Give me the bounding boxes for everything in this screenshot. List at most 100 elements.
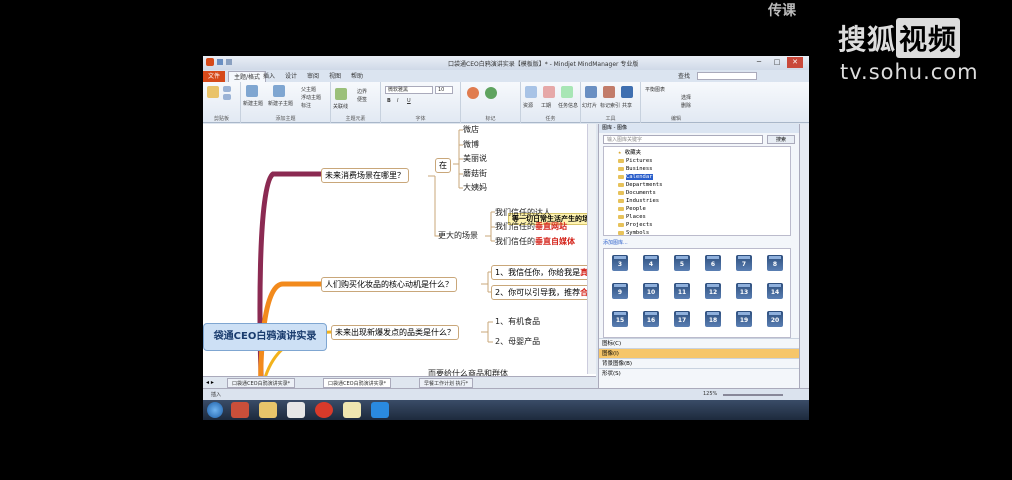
calendar-image-12[interactable]: 12: [705, 283, 721, 299]
canvas-vertical-scrollbar[interactable]: [587, 124, 596, 374]
progress-icon[interactable]: [485, 87, 497, 99]
notes-button[interactable]: 便签: [357, 96, 367, 103]
zoom-slider[interactable]: [723, 394, 783, 396]
category-images[interactable]: 图像(I): [599, 348, 800, 358]
relation-icon[interactable]: [335, 88, 347, 100]
mindmap-canvas[interactable]: 未来消费场景在哪里？ 在 微店 微博 美丽说 蘑菇街 大姨妈 等一切日常生活产生…: [203, 124, 596, 376]
library-search-input[interactable]: 输入图库关键字: [603, 135, 763, 144]
calendar-image-11[interactable]: 11: [674, 283, 690, 299]
calendar-image-8[interactable]: 8: [767, 255, 783, 271]
calendar-image-3[interactable]: 3: [612, 255, 628, 271]
notes-icon[interactable]: [343, 402, 361, 418]
copy-icon[interactable]: [223, 94, 231, 100]
bold-button[interactable]: B: [387, 98, 391, 104]
float-topic-button[interactable]: 浮动主题: [301, 94, 321, 101]
paste-icon[interactable]: [207, 86, 219, 98]
cut-icon[interactable]: [223, 86, 231, 92]
system-tray[interactable]: [673, 406, 793, 414]
category-maternal[interactable]: 2、母婴产品: [495, 336, 540, 347]
duration-button[interactable]: 工期: [541, 102, 551, 109]
font-name-select[interactable]: 微软雅黑: [385, 86, 433, 94]
tree-item-documents[interactable]: Documents: [618, 189, 656, 197]
find-input[interactable]: [697, 72, 757, 80]
save-icon[interactable]: [217, 59, 223, 65]
new-topic-icon[interactable]: [246, 85, 258, 97]
tree-item-projects[interactable]: Projects: [618, 221, 653, 229]
place-dayima[interactable]: 大姨妈: [463, 182, 487, 193]
tree-item-departments[interactable]: Departments: [618, 181, 662, 189]
tree-item-business[interactable]: Business: [618, 165, 653, 173]
share-icon[interactable]: [621, 86, 633, 98]
node-bigger-scene[interactable]: 更大的场景: [438, 230, 478, 241]
slides-button[interactable]: 幻灯片: [582, 102, 597, 109]
app-icon[interactable]: [206, 58, 214, 66]
tree-item-favorites[interactable]: ★ 收藏夹: [618, 149, 641, 157]
trust-vertical-media[interactable]: 我们信任的垂直自媒体: [495, 236, 575, 247]
reason-trust[interactable]: 1、我信任你，你给我是真品: [491, 265, 596, 280]
calendar-image-16[interactable]: 16: [643, 311, 659, 327]
close-button[interactable]: ✕: [787, 57, 803, 68]
central-topic[interactable]: 袋通CEO白鸦演讲实录: [203, 323, 327, 351]
branch-consumption-scene[interactable]: 未来消费场景在哪里？: [321, 168, 409, 183]
category-organic-food[interactable]: 1、有机食品: [495, 316, 540, 327]
sheet-tab-2[interactable]: 口袋通CEO白鸦演讲实录*: [323, 378, 392, 388]
place-weibo[interactable]: 微博: [463, 139, 479, 150]
relation-button[interactable]: 关联线: [333, 103, 348, 110]
slides-icon[interactable]: [585, 86, 597, 98]
underline-button[interactable]: U: [407, 98, 411, 104]
branch-new-category[interactable]: 未来出现新爆发点的品类是什么？: [331, 325, 459, 340]
delete-button[interactable]: 删除: [681, 102, 691, 109]
tree-item-pictures[interactable]: Pictures: [618, 157, 653, 165]
app-icon-2[interactable]: [315, 402, 333, 418]
font-size-select[interactable]: 10: [435, 86, 453, 94]
tree-item-places[interactable]: Places: [618, 213, 646, 221]
new-subtopic-button[interactable]: 新建子主题: [268, 100, 293, 107]
tab-file[interactable]: 文件: [203, 71, 225, 82]
tab-help[interactable]: 帮助: [346, 71, 368, 82]
new-subtopic-icon[interactable]: [273, 85, 285, 97]
tab-scroll-arrows[interactable]: ◂ ▸: [206, 379, 214, 386]
category-icons[interactable]: 图标(C): [599, 338, 800, 348]
category-backgrounds[interactable]: 背景图像(B): [599, 358, 800, 368]
node-zai[interactable]: 在: [435, 158, 451, 173]
library-search-button[interactable]: 搜索: [767, 135, 795, 144]
start-button-icon[interactable]: [207, 402, 223, 418]
calendar-image-10[interactable]: 10: [643, 283, 659, 299]
tab-review[interactable]: 审阅: [302, 71, 324, 82]
resources-button[interactable]: 资源: [523, 102, 533, 109]
calendar-image-5[interactable]: 5: [674, 255, 690, 271]
balance-button[interactable]: 平衡图表: [645, 86, 665, 93]
parent-topic-button[interactable]: 父主题: [301, 86, 316, 93]
app-icon-1[interactable]: [231, 402, 249, 418]
tree-item-calendar[interactable]: Calendar: [618, 173, 653, 181]
calendar-image-19[interactable]: 19: [736, 311, 752, 327]
callout-button[interactable]: 标注: [301, 102, 311, 109]
trust-influencer[interactable]: 我们信任的达人: [495, 207, 551, 218]
calendar-image-17[interactable]: 17: [674, 311, 690, 327]
tab-design[interactable]: 设计: [280, 71, 302, 82]
tab-insert[interactable]: 插入: [258, 71, 280, 82]
resources-icon[interactable]: [525, 86, 537, 98]
calendar-image-14[interactable]: 14: [767, 283, 783, 299]
calendar-image-20[interactable]: 20: [767, 311, 783, 327]
duration-icon[interactable]: [543, 86, 555, 98]
reason-guide[interactable]: 2、你可以引导我，推荐合适: [491, 285, 596, 300]
tree-item-people[interactable]: People: [618, 205, 646, 213]
calendar-image-9[interactable]: 9: [612, 283, 628, 299]
boundary-button[interactable]: 边界: [357, 88, 367, 95]
place-meilishuo[interactable]: 美丽说: [463, 153, 487, 164]
task-info-icon[interactable]: [561, 86, 573, 98]
select-button[interactable]: 选择: [681, 94, 691, 101]
sheet-tab-3[interactable]: 早餐工作计划 执行*: [419, 378, 474, 388]
mindmanager-icon[interactable]: [287, 402, 305, 418]
tree-item-industries[interactable]: Industries: [618, 197, 659, 205]
explorer-icon[interactable]: [259, 402, 277, 418]
task-info-button[interactable]: 任务信息: [558, 102, 578, 109]
task-pane-tab-strip[interactable]: [799, 124, 809, 388]
calendar-image-15[interactable]: 15: [612, 311, 628, 327]
trust-vertical-site[interactable]: 我们信任的垂直网站: [495, 221, 567, 232]
priority-icon[interactable]: [467, 87, 479, 99]
marker-index-icon[interactable]: [603, 86, 615, 98]
undo-icon[interactable]: [226, 59, 232, 65]
tree-item-symbols[interactable]: Symbols: [618, 229, 649, 237]
